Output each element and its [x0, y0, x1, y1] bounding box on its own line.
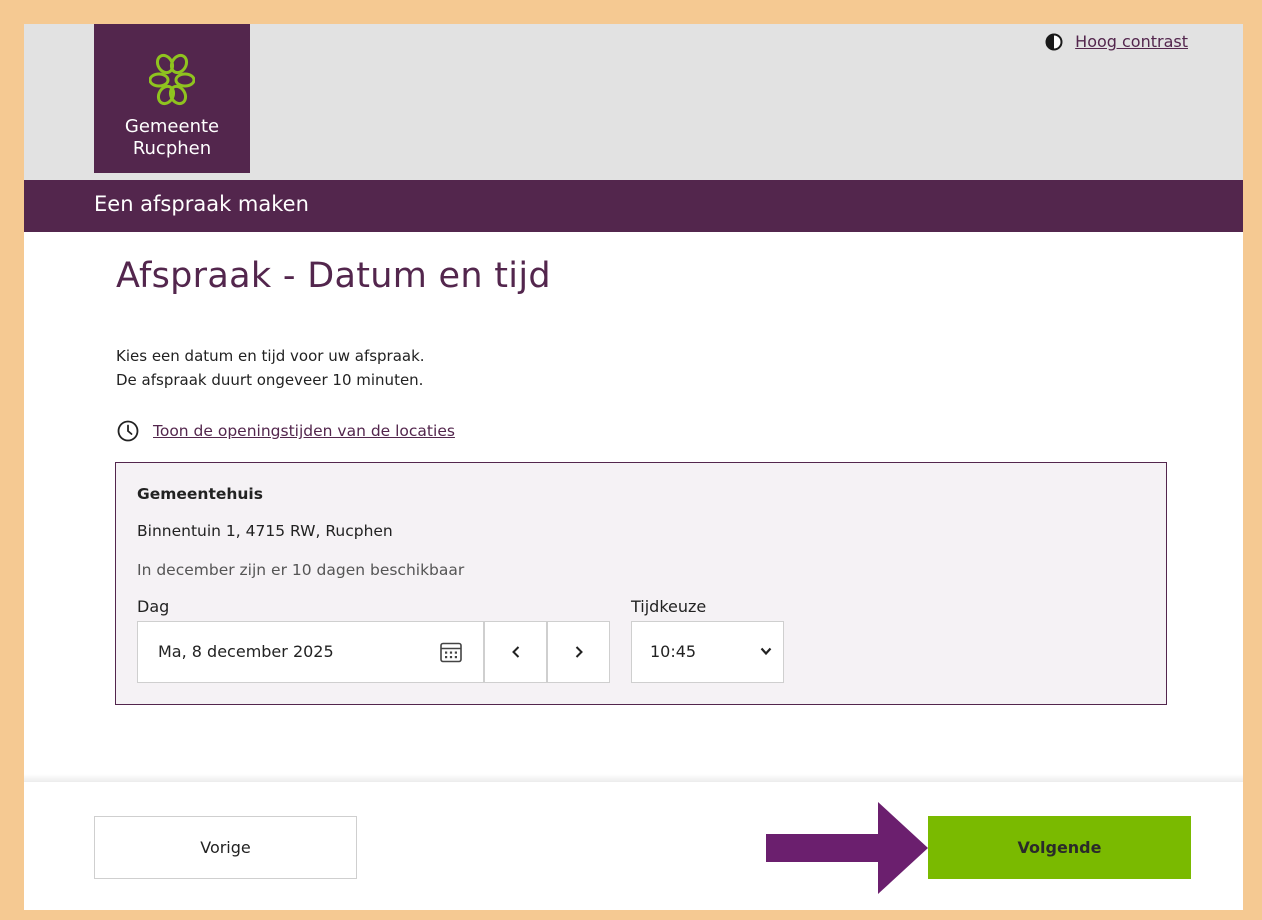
previous-button[interactable]: Vorige: [94, 816, 357, 879]
contrast-icon: [1045, 33, 1063, 50]
time-label: Tijdkeuze: [631, 597, 707, 616]
page-frame: Gemeente Rucphen Hoog contrast Een afspr…: [24, 24, 1243, 910]
time-value: 10:45: [650, 642, 697, 661]
band-title: Een afspraak maken: [94, 192, 309, 216]
chevron-right-icon: [575, 646, 583, 658]
chevron-left-icon: [511, 646, 519, 658]
next-button[interactable]: Volgende: [928, 816, 1191, 879]
logo-text: Gemeente Rucphen: [94, 116, 250, 160]
opening-hours-row: Toon de openingstijden van de locaties: [117, 420, 455, 442]
location-name: Gemeentehuis: [137, 485, 263, 503]
footer-nav: Vorige Volgende: [24, 782, 1243, 910]
page-title: Afspraak - Datum en tijd: [116, 256, 551, 296]
logo-line-2: Rucphen: [132, 138, 212, 159]
intro-text: Kies een datum en tijd voor uw afspraak.…: [116, 344, 425, 392]
footer-divider: [24, 774, 1243, 782]
clock-icon: [117, 420, 139, 442]
logo-flower-icon: [149, 53, 195, 106]
date-value: Ma, 8 december 2025: [158, 642, 334, 661]
time-select[interactable]: 10:45: [631, 621, 784, 683]
contrast-toggle[interactable]: Hoog contrast: [1045, 32, 1188, 51]
calendar-icon[interactable]: [439, 640, 463, 664]
next-day-button[interactable]: [547, 621, 610, 683]
intro-line-2: De afspraak duurt ongeveer 10 minuten.: [116, 371, 424, 389]
location-address: Binnentuin 1, 4715 RW, Rucphen: [137, 522, 393, 540]
chevron-down-icon: [760, 647, 772, 656]
opening-hours-link[interactable]: Toon de openingstijden van de locaties: [153, 422, 455, 440]
intro-line-1: Kies een datum en tijd voor uw afspraak.: [116, 347, 425, 365]
arrow-right-icon: [766, 802, 928, 894]
date-picker-input[interactable]: Ma, 8 december 2025: [137, 621, 484, 683]
top-header: Gemeente Rucphen Hoog contrast: [24, 24, 1243, 180]
high-contrast-link[interactable]: Hoog contrast: [1075, 32, 1188, 51]
location-card: Gemeentehuis Binnentuin 1, 4715 RW, Rucp…: [115, 462, 1167, 705]
title-band: Een afspraak maken: [24, 180, 1243, 232]
previous-day-button[interactable]: [484, 621, 547, 683]
logo-line-1: Gemeente: [124, 116, 220, 137]
day-label: Dag: [137, 597, 170, 616]
availability-text: In december zijn er 10 dagen beschikbaar: [137, 561, 465, 579]
municipality-logo[interactable]: Gemeente Rucphen: [94, 24, 250, 173]
